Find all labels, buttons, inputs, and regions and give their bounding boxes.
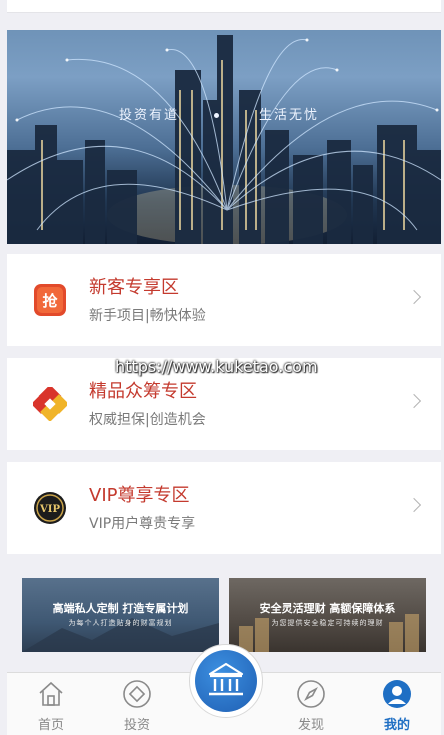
watermark-url: https://www.kuketao.com xyxy=(115,357,318,376)
tab-discover[interactable]: 发现 xyxy=(276,673,346,735)
tab-label: 发现 xyxy=(297,718,324,733)
promo-title: 安全灵活理财 高额保障体系 xyxy=(259,602,396,615)
card-new-customer-zone[interactable]: 抢 新客专享区 新手项目|畅快体验 xyxy=(7,254,441,346)
banner-slogan-separator xyxy=(214,113,219,118)
card-title: 新客专享区 xyxy=(89,277,179,298)
grab-icon: 抢 xyxy=(33,283,67,317)
top-strip xyxy=(7,0,441,13)
tab-label: 首页 xyxy=(37,718,64,733)
card-subtitle: 新手项目|畅快体验 xyxy=(89,308,206,324)
chevron-right-icon xyxy=(406,393,422,409)
compass-icon xyxy=(296,679,326,709)
tab-home[interactable]: 首页 xyxy=(16,673,86,735)
chevron-right-icon xyxy=(406,497,422,513)
banner-slogan-right: 生活无忧 xyxy=(259,108,320,123)
city-skyline-graphic xyxy=(7,35,441,244)
user-icon xyxy=(382,679,412,709)
card-title: 精品众筹专区 xyxy=(89,381,197,402)
svg-text:抢: 抢 xyxy=(42,292,58,310)
center-button-face xyxy=(195,650,257,712)
svg-text:VIP: VIP xyxy=(39,504,60,515)
tab-label: 我的 xyxy=(383,718,410,733)
vip-badge-icon: VIP xyxy=(33,491,67,525)
bank-icon xyxy=(208,662,244,696)
invest-diamond-icon xyxy=(122,679,152,709)
card-title: VIP尊享专区 xyxy=(89,485,190,506)
card-vip-zone[interactable]: VIP VIP尊享专区 VIP用户尊贵专享 xyxy=(7,462,441,554)
tab-mine[interactable]: 我的 xyxy=(362,673,432,735)
promo-title: 高端私人定制 打造专属计划 xyxy=(52,602,189,615)
chevron-right-icon xyxy=(406,289,422,305)
app-screen: 投资有道 生活无忧 抢 新客专享区 新手项目|畅快体验 精品众筹专区 权威担保|… xyxy=(7,0,441,735)
promo-banner-private-plan[interactable]: 高端私人定制 打造专属计划 为每个人打造贴身的财富规划 xyxy=(22,578,219,652)
home-icon xyxy=(36,679,66,709)
tab-label: 投资 xyxy=(123,718,150,733)
center-bank-button[interactable] xyxy=(189,644,263,718)
promo-banner-safe-finance[interactable]: 安全灵活理财 高额保障体系 为您提供安全稳定可持续的理财 xyxy=(229,578,426,652)
hero-banner[interactable]: 投资有道 生活无忧 xyxy=(7,30,441,244)
banner-slogan-left: 投资有道 xyxy=(119,108,180,123)
promo-subtitle: 为您提供安全稳定可持续的理财 xyxy=(271,619,384,627)
tab-invest[interactable]: 投资 xyxy=(102,673,172,735)
diamond-knot-icon xyxy=(31,384,69,422)
card-subtitle: 权威担保|创造机会 xyxy=(89,412,206,428)
card-subtitle: VIP用户尊贵专享 xyxy=(89,516,196,532)
promo-subtitle: 为每个人打造贴身的财富规划 xyxy=(68,619,173,627)
